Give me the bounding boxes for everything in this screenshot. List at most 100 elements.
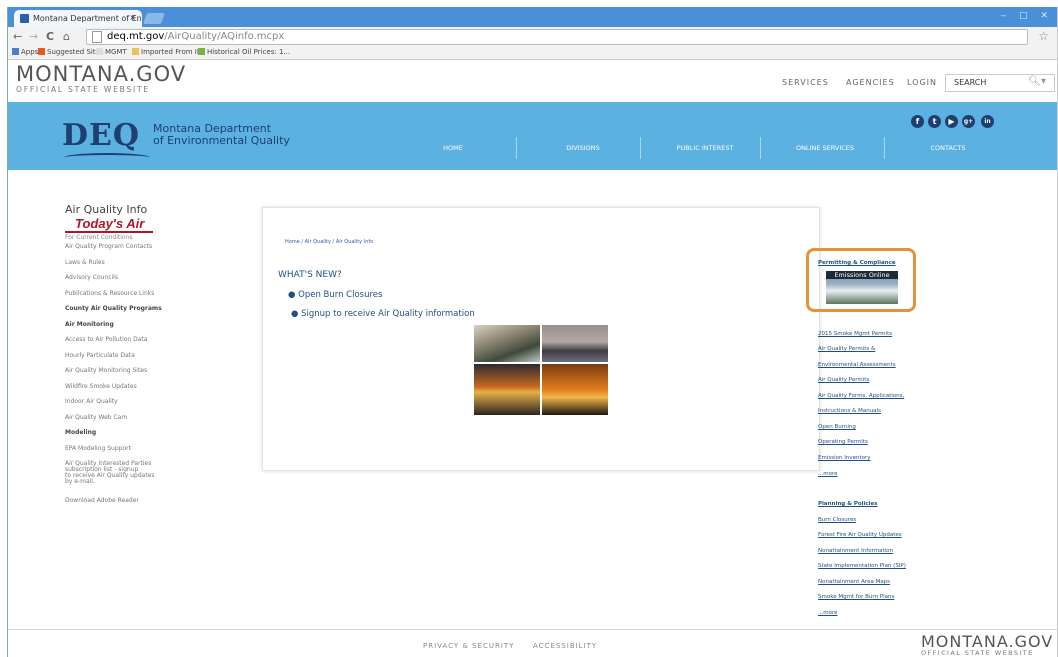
footer-accessibility-link[interactable]: ACCESSIBILITY [533,642,597,650]
sidebar-item[interactable]: County Air Quality Programs [65,305,162,312]
sidebar-item[interactable]: Wildfire Smoke Updates [65,383,137,390]
whats-new-heading: WHAT'S NEW? [278,270,342,280]
sidebar-item[interactable]: Laws & Rules [65,259,105,266]
tree-sunset-photo [542,364,608,415]
close-tab-icon[interactable]: × [129,13,136,22]
montana-photo-collage [474,325,608,417]
sidebar-list: Air Quality Program Contacts Laws & Rules… [65,241,205,541]
main-nav-online-services[interactable]: ONLINE SERVICES [780,144,870,152]
planning-link[interactable]: Nonattainment Information [818,548,893,554]
sidebar-item[interactable]: Publications & Resource Links [65,290,154,297]
bookmark-oil-prices[interactable]: Historical Oil Prices: 1... [198,48,290,56]
bookmark-imported[interactable]: Imported From IE [132,48,201,56]
browser-tab[interactable]: Montana Department of En × [14,10,142,27]
bookmark-mgmt[interactable]: MGMT [96,48,127,56]
planning-link[interactable]: Nonattainment Area Maps [818,579,890,585]
google-plus-icon[interactable]: g+ [962,115,975,128]
main-nav-divisions[interactable]: DIVISIONS [538,144,628,152]
twitter-icon[interactable]: t [928,115,941,128]
mountain-lake-photo [542,325,608,362]
forward-icon[interactable]: → [29,30,38,43]
bullet-open-burn-closures[interactable]: ● Open Burn Closures [288,290,382,300]
browser-toolbar: ← → C ⌂ deq.mt.gov/AirQuality/AQinfo.mcp… [8,27,1058,46]
main-nav-home[interactable]: HOME [408,144,498,152]
breadcrumb[interactable]: Home / Air Quality / Air Quality Info [285,239,373,245]
sidebar-item[interactable]: Air Quality Program Contacts [65,243,152,250]
planning-link[interactable]: Smoke Mgmt for Burn Plans [818,594,894,600]
tab-strip: Montana Department of En × ‒ □ ✕ [8,7,1058,27]
sidebar-item[interactable]: Hourly Particulate Data [65,352,135,359]
sidebar-item[interactable]: Air Quality Web Cam [65,414,127,421]
permitting-link[interactable]: Open Burning [818,424,856,430]
home-icon[interactable]: ⌂ [63,30,70,43]
linkedin-icon[interactable]: in [981,115,994,128]
footer-privacy-link[interactable]: PRIVACY & SECURITY [423,642,514,650]
waterfall-photo [474,325,540,362]
sidebar-item[interactable]: Indoor Air Quality [65,398,118,405]
sidebar-subscribe-line[interactable]: by e-mail. [65,479,95,485]
main-content-panel: Home / Air Quality / Air Quality Info WH… [262,207,820,471]
sidebar-item[interactable]: Access to Air Pollution Data [65,336,147,343]
deq-logo-wave [64,153,150,162]
facebook-icon[interactable]: f [911,115,924,128]
deq-banner: DEQ Montana Department of Environmental … [8,102,1058,170]
page-icon [92,31,102,43]
planning-link[interactable]: ...more [818,610,838,616]
nav-services[interactable]: SERVICES [782,78,829,87]
nav-divider [760,137,761,159]
bookmark-page-icon [198,48,205,55]
nav-divider [516,137,517,159]
planning-link[interactable]: Forest Fire Air Quality Updates [818,532,902,538]
nav-divider [640,137,641,159]
window-controls[interactable]: ‒ □ ✕ [1001,11,1054,21]
deq-logo[interactable]: DEQ [62,118,140,153]
new-tab-button[interactable] [142,13,166,24]
bullet-signup-air-quality[interactable]: ● Signup to receive Air Quality informat… [291,309,475,319]
suggested-sites-icon [38,48,45,55]
nav-agencies[interactable]: AGENCIES [846,78,895,87]
folder-icon [132,48,139,55]
permitting-link[interactable]: Emission Inventory [818,455,871,461]
permitting-link[interactable]: Instructions & Manuals [818,408,881,414]
planning-policies-heading[interactable]: Planning & Policies [818,501,878,507]
planning-link[interactable]: State Implementation Plan (SIP) [818,563,906,569]
permitting-link[interactable]: Air Quality Permits [818,377,869,383]
bookmarks-bar: Apps Suggested Sites MGMT Imported From … [8,46,1058,60]
bookmark-suggested-sites[interactable]: Suggested Sites [38,48,104,56]
sidebar-item[interactable]: Advisory Councils [65,274,118,281]
back-icon[interactable]: ← [13,30,22,43]
bookmark-star-icon[interactable]: ☆ [1038,29,1049,43]
lake-sunset-photo [474,364,540,415]
nav-divider [884,137,885,159]
todays-air-link[interactable]: Today's Air [75,216,205,232]
sidebar-item[interactable]: Air Quality Monitoring Sites [65,367,147,374]
url-text: deq.mt.gov/AirQuality/AQinfo.mcpx [107,31,285,42]
reload-icon[interactable]: C [46,30,54,43]
site-header: MONTANA.GOV OFFICIAL STATE WEBSITE SERVI… [8,60,1058,102]
main-nav-contacts[interactable]: CONTACTS [903,144,993,152]
permitting-link[interactable]: 2015 Smoke Mgmt Permits [818,331,892,337]
sidebar-item[interactable]: Modeling [65,429,96,436]
planning-link[interactable]: Burn Closures [818,517,856,523]
search-input[interactable]: SEARCH 🔍︎▾ [945,74,1055,92]
nav-login[interactable]: LOGIN [907,78,937,87]
apps-icon [12,48,19,55]
footer-montana-gov-logo[interactable]: MONTANA.GOV OFFICIAL STATE WEBSITE [921,634,1053,657]
permitting-link[interactable]: Air Quality Forms, Applications, [818,393,904,399]
permitting-link[interactable]: ...more [818,471,838,477]
search-icon[interactable]: 🔍︎▾ [1028,76,1046,87]
permitting-link[interactable]: Operating Permits [818,439,868,445]
main-nav-public-interest[interactable]: PUBLIC INTEREST [660,144,750,152]
sidebar-item[interactable]: EPA Modeling Support [65,445,131,452]
address-bar[interactable]: deq.mt.gov/AirQuality/AQinfo.mcpx [86,29,1028,45]
department-name: Montana Department of Environmental Qual… [153,122,290,147]
tab-title: Montana Department of En [33,14,142,23]
permitting-link[interactable]: Air Quality Permits & [818,346,875,352]
bookmark-apps[interactable]: Apps [12,48,38,56]
left-sidebar: Air Quality Info Today's Air For Current… [65,203,205,541]
download-adobe-reader-link[interactable]: Download Adobe Reader [65,497,139,504]
youtube-icon[interactable]: ▶ [945,115,958,128]
permitting-link[interactable]: Environmental Assessments [818,362,896,368]
montana-gov-logo[interactable]: MONTANA.GOV OFFICIAL STATE WEBSITE [16,64,186,95]
sidebar-item[interactable]: Air Monitoring [65,321,114,328]
